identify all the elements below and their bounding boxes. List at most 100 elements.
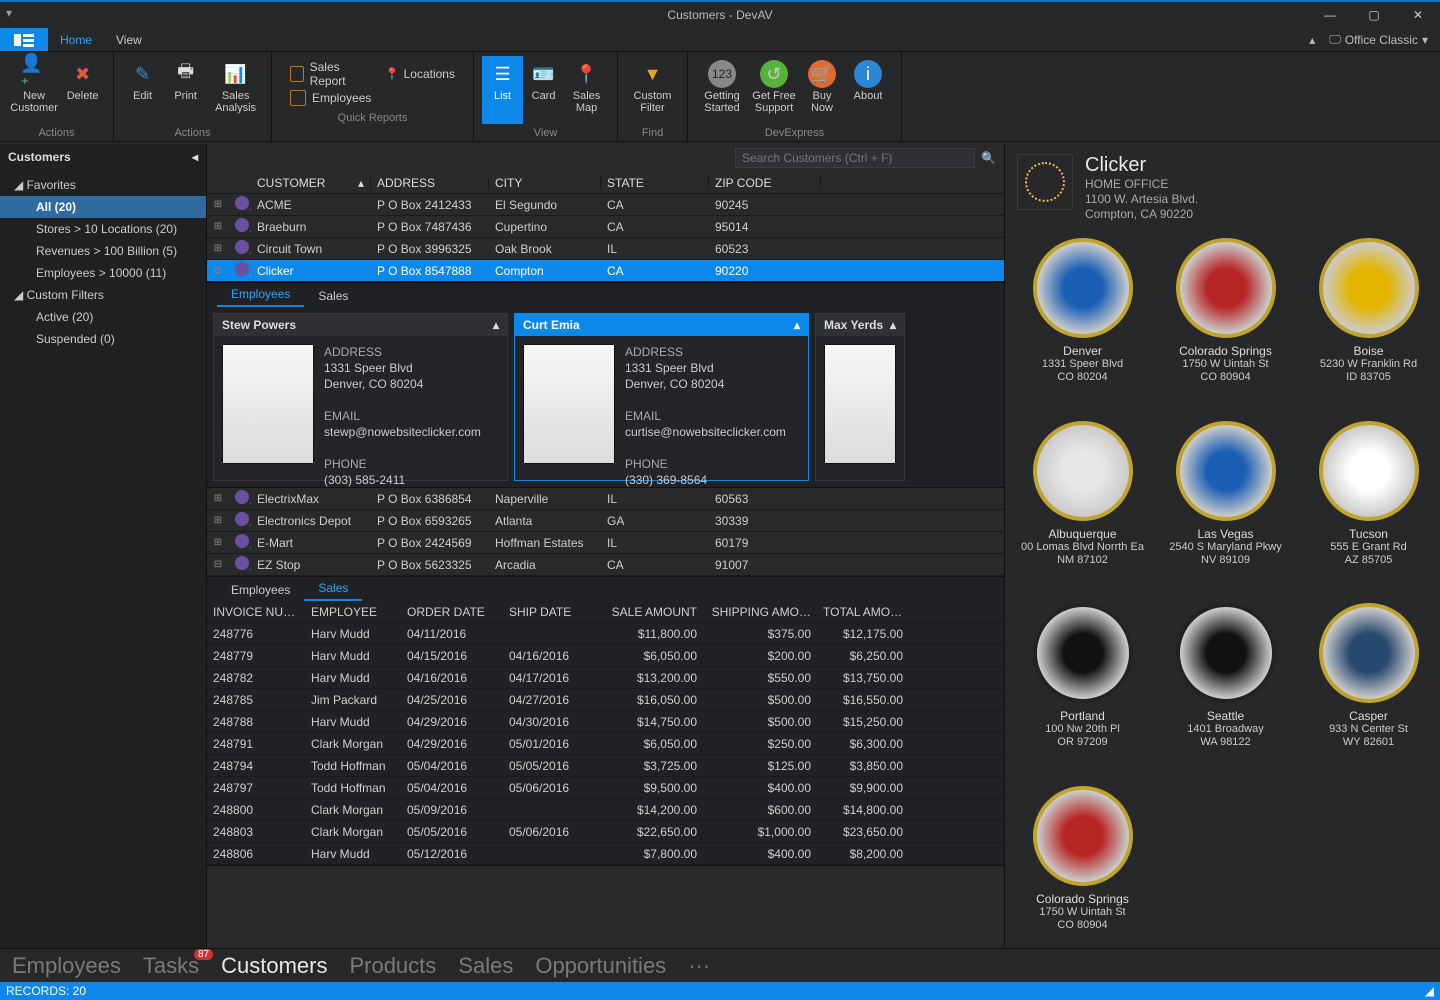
sales-tab-sales[interactable]: Sales — [304, 577, 362, 601]
card-collapse-icon[interactable]: ▴ — [794, 318, 800, 332]
office-seal[interactable]: Las Vegas2540 S Maryland PkwyNV 89109 — [1158, 421, 1293, 590]
office-seal[interactable]: Colorado Springs1750 W Uintah StCO 80904 — [1158, 238, 1293, 407]
right-panel: Clicker HOME OFFICE 1100 W. Artesia Blvd… — [1004, 144, 1440, 960]
customer-sub: HOME OFFICE — [1085, 177, 1198, 192]
employees-report-button[interactable]: Employees — [290, 90, 455, 106]
sales-row[interactable]: 248806Harv Mudd05/12/2016$7,800.00$400.0… — [207, 843, 1004, 865]
grid-header[interactable]: CUSTOMER ▴ ADDRESS CITY STATE ZIP CODE — [207, 172, 1004, 194]
sidebar-item[interactable]: Stores > 10 Locations (20) — [0, 218, 206, 240]
get-free-support-button[interactable]: ↺Get Free Support — [748, 56, 800, 124]
detail-tab-employees[interactable]: Employees — [217, 283, 304, 307]
ribbon-collapse-icon[interactable]: ▴ — [1309, 33, 1315, 47]
sidebar-collapse-icon[interactable]: ◂ — [192, 150, 198, 164]
sales-report-button[interactable]: Sales Report📍Locations — [290, 60, 455, 88]
tab-home[interactable]: Home — [48, 28, 104, 51]
table-row[interactable]: ⊞ElectrixMaxP O Box 6386854NapervilleIL6… — [207, 488, 1004, 510]
delete-button[interactable]: ✖Delete — [60, 56, 105, 124]
ribbon: 👤⁺New Customer ✖Delete Actions ✎Edit 🖶Pr… — [0, 52, 1440, 142]
bottom-tab[interactable]: Customers — [221, 953, 327, 979]
sales-row[interactable]: 248776Harv Mudd04/11/2016$11,800.00$375.… — [207, 623, 1004, 645]
seal-icon — [1319, 238, 1419, 338]
seal-icon — [1176, 603, 1276, 703]
print-button[interactable]: 🖶Print — [163, 56, 208, 124]
sidebar-item[interactable]: Suspended (0) — [0, 328, 206, 350]
bottom-tab[interactable]: Opportunities — [535, 953, 666, 979]
sidebar-item[interactable]: All (20) — [0, 196, 206, 218]
office-seal[interactable]: Seattle1401 BroadwayWA 98122 — [1158, 603, 1293, 772]
table-row[interactable]: ⊟ClickerP O Box 8547888ComptonCA90220 — [207, 260, 1004, 282]
new-customer-button[interactable]: 👤⁺New Customer — [8, 56, 60, 124]
table-row[interactable]: ⊞Circuit TownP O Box 3996325Oak BrookIL6… — [207, 238, 1004, 260]
search-icon[interactable]: 🔍 — [981, 151, 996, 165]
bottom-tab[interactable]: Products — [349, 953, 436, 979]
card-view-button[interactable]: 🪪Card — [523, 56, 564, 124]
close-button[interactable]: ✕ — [1396, 2, 1440, 28]
office-seal[interactable]: Boise5230 W Franklin RdID 83705 — [1301, 238, 1436, 407]
bottom-tab[interactable]: Employees — [12, 953, 121, 979]
custom-filter-button[interactable]: ▼Custom Filter — [626, 56, 679, 124]
office-seal[interactable]: Portland100 Nw 20th PlOR 97209 — [1015, 603, 1150, 772]
sales-row[interactable]: 248797Todd Hoffman05/04/201605/06/2016$9… — [207, 777, 1004, 799]
seal-icon — [1319, 421, 1419, 521]
table-row[interactable]: ⊞E-MartP O Box 2424569Hoffman EstatesIL6… — [207, 532, 1004, 554]
employee-photo — [523, 344, 615, 464]
sales-row[interactable]: 248791Clark Morgan04/29/201605/01/2016$6… — [207, 733, 1004, 755]
employee-photo — [824, 344, 896, 464]
office-seal[interactable]: Casper933 N Center StWY 82601 — [1301, 603, 1436, 772]
window-title: Customers - DevAV — [667, 8, 772, 22]
table-row[interactable]: ⊞ACMEP O Box 2412433El SegundoCA90245 — [207, 194, 1004, 216]
sales-row[interactable]: 248803Clark Morgan05/05/201605/06/2016$2… — [207, 821, 1004, 843]
sales-row[interactable]: 248788Harv Mudd04/29/201604/30/2016$14,7… — [207, 711, 1004, 733]
sales-detail-panel: Employees Sales INVOICE NUMB… EMPLOYEE O… — [207, 576, 1004, 866]
qatoolbar-dropdown-icon[interactable]: ▾ — [6, 6, 12, 20]
employee-photo — [222, 344, 314, 464]
app-file-button[interactable] — [0, 28, 48, 51]
bottom-tab[interactable]: Sales — [458, 953, 513, 979]
sales-tab-employees[interactable]: Employees — [217, 579, 304, 601]
sales-grid-header[interactable]: INVOICE NUMB… EMPLOYEE ORDER DATE SHIP D… — [207, 601, 1004, 623]
about-button[interactable]: iAbout — [844, 56, 892, 124]
office-seal[interactable]: Albuquerque00 Lomas Blvd Norrth EaNM 871… — [1015, 421, 1150, 590]
table-row[interactable]: ⊞Electronics DepotP O Box 6593265Atlanta… — [207, 510, 1004, 532]
theme-selector[interactable]: Office Classic — [1345, 33, 1418, 47]
minimize-button[interactable]: — — [1308, 2, 1352, 28]
getting-started-button[interactable]: 123Getting Started — [696, 56, 748, 124]
employee-card[interactable]: Stew Powers▴ADDRESS1331 Speer BlvdDenver… — [213, 313, 508, 481]
sidebar-group-favorites[interactable]: ◢ Favorites — [0, 174, 206, 196]
office-seal[interactable]: Denver1331 Speer BlvdCO 80204 — [1015, 238, 1150, 407]
status-records: RECORDS: 20 — [6, 984, 86, 998]
sales-row[interactable]: 248800Clark Morgan05/09/2016$14,200.00$6… — [207, 799, 1004, 821]
search-input[interactable] — [735, 148, 975, 168]
card-collapse-icon[interactable]: ▴ — [890, 318, 896, 332]
sidebar-group-custom[interactable]: ◢ Custom Filters — [0, 284, 206, 306]
table-row[interactable]: ⊞BraeburnP O Box 7487436CupertinoCA95014 — [207, 216, 1004, 238]
employee-card[interactable]: Max Yerds▴ — [815, 313, 905, 481]
edit-button[interactable]: ✎Edit — [122, 56, 163, 124]
bottom-tab[interactable]: Tasks87 — [143, 953, 199, 979]
tab-view[interactable]: View — [104, 28, 154, 51]
office-seal[interactable]: Tucson555 E Grant RdAZ 85705 — [1301, 421, 1436, 590]
sort-asc-icon: ▴ — [358, 176, 364, 190]
table-row[interactable]: ⊟EZ StopP O Box 5623325ArcadiaCA91007 — [207, 554, 1004, 576]
list-view-button[interactable]: ☰List — [482, 56, 523, 124]
office-seal[interactable]: Colorado Springs1750 W Uintah StCO 80904 — [1015, 786, 1150, 955]
seal-icon — [1033, 238, 1133, 338]
maximize-button[interactable]: ▢ — [1352, 2, 1396, 28]
card-collapse-icon[interactable]: ▴ — [493, 318, 499, 332]
sidebar-item[interactable]: Revenues > 100 Billion (5) — [0, 240, 206, 262]
sales-row[interactable]: 248794Todd Hoffman05/04/201605/05/2016$3… — [207, 755, 1004, 777]
bottom-tab[interactable]: ··· — [688, 953, 710, 979]
employee-card[interactable]: Curt Emia▴ADDRESS1331 Speer BlvdDenver, … — [514, 313, 809, 481]
seal-icon — [1319, 603, 1419, 703]
sales-row[interactable]: 248782Harv Mudd04/16/201604/17/2016$13,2… — [207, 667, 1004, 689]
detail-tab-sales[interactable]: Sales — [304, 285, 362, 307]
sales-row[interactable]: 248785Jim Packard04/25/201604/27/2016$16… — [207, 689, 1004, 711]
buy-now-button[interactable]: 🛒Buy Now — [800, 56, 844, 124]
sidebar-item[interactable]: Employees > 10000 (11) — [0, 262, 206, 284]
sidebar-item[interactable]: Active (20) — [0, 306, 206, 328]
sales-analysis-button[interactable]: 📊Sales Analysis — [208, 56, 263, 124]
sales-map-button[interactable]: 📍Sales Map — [564, 56, 609, 124]
chevron-down-icon[interactable]: ▾ — [1422, 33, 1428, 47]
sales-row[interactable]: 248779Harv Mudd04/15/201604/16/2016$6,05… — [207, 645, 1004, 667]
status-resize-grip-icon[interactable]: ◢ — [1425, 984, 1434, 998]
